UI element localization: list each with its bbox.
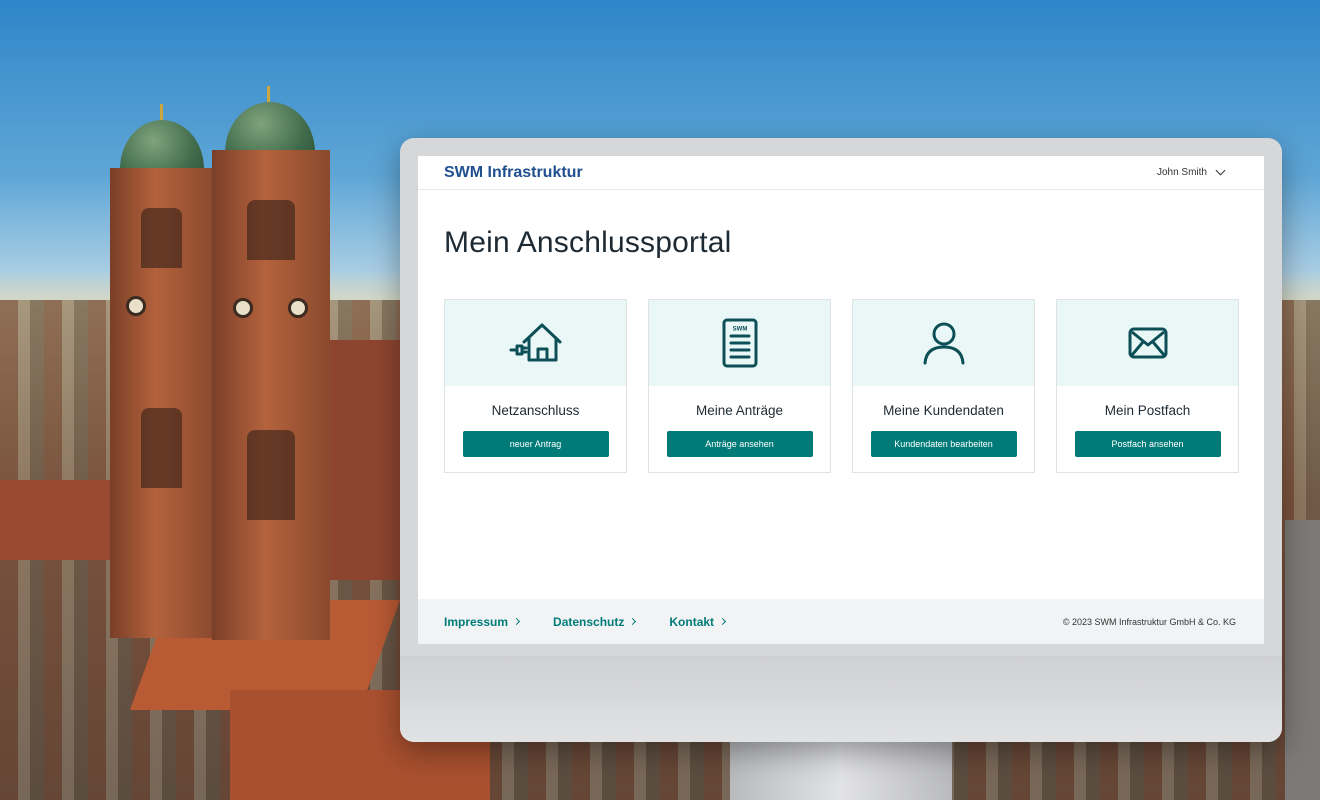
roof xyxy=(0,480,110,560)
footer-link-label: Kontakt xyxy=(669,614,715,629)
portal-screen: SWM Infrastruktur John Smith Mein Anschl… xyxy=(418,156,1264,644)
tower-right xyxy=(212,150,330,640)
card-icon-area xyxy=(853,300,1034,386)
edit-customer-data-button[interactable]: Kundendaten bearbeiten xyxy=(870,431,1017,457)
tower-left xyxy=(110,168,213,638)
chevron-right-icon xyxy=(629,617,637,626)
card-postfach: Mein Postfach Postfach ansehen xyxy=(1056,299,1239,473)
brand-logo[interactable]: SWM Infrastruktur xyxy=(444,164,583,182)
view-applications-button[interactable]: Anträge ansehen xyxy=(666,431,813,457)
clock xyxy=(288,298,308,318)
card-icon-area: SWM xyxy=(649,300,830,386)
document-icon-label: SWM xyxy=(732,327,747,333)
top-bar: SWM Infrastruktur John Smith xyxy=(418,156,1264,190)
card-netzanschluss: Netzanschluss neuer Antrag xyxy=(444,299,627,473)
tile-grid: Netzanschluss neuer Antrag SWM Meine Ant… xyxy=(444,299,1239,473)
clock xyxy=(126,296,146,316)
footer-link-label: Datenschutz xyxy=(553,614,625,629)
document-icon: SWM xyxy=(722,318,757,368)
user-name: John Smith xyxy=(1156,167,1207,178)
footer: Impressum Datenschutz Kontakt © 2023 SWM… xyxy=(418,599,1264,644)
view-mailbox-button[interactable]: Postfach ansehen xyxy=(1074,431,1221,457)
page-title: Mein Anschlussportal xyxy=(444,226,732,259)
footer-link-datenschutz[interactable]: Datenschutz xyxy=(553,614,637,629)
user-menu[interactable]: John Smith xyxy=(1156,165,1226,178)
card-icon-area xyxy=(445,300,626,386)
chevron-right-icon xyxy=(512,617,521,626)
envelope-icon xyxy=(1128,327,1167,359)
card-title: Meine Anträge xyxy=(695,403,784,418)
chevron-down-icon xyxy=(1215,165,1226,176)
card-antraege: SWM Meine Anträge Anträge ansehen xyxy=(648,299,831,473)
footer-link-kontakt[interactable]: Kontakt xyxy=(669,614,727,629)
copyright-text: © 2023 SWM Infrastruktur GmbH & Co. KG xyxy=(1062,616,1236,627)
building xyxy=(1285,520,1320,800)
roof xyxy=(320,340,400,580)
clock xyxy=(233,298,253,318)
monitor-chin xyxy=(400,656,1282,742)
card-icon-area xyxy=(1057,300,1238,386)
chevron-right-icon xyxy=(719,617,727,626)
card-title: Netzanschluss xyxy=(491,403,580,418)
footer-link-label: Impressum xyxy=(444,614,509,629)
card-title: Mein Postfach xyxy=(1104,403,1191,418)
new-application-button[interactable]: neuer Antrag xyxy=(462,431,609,457)
footer-link-impressum[interactable]: Impressum xyxy=(444,614,521,629)
user-icon xyxy=(923,322,964,365)
house-plug-icon xyxy=(509,323,561,362)
card-kundendaten: Meine Kundendaten Kundendaten bearbeiten xyxy=(852,299,1035,473)
card-title: Meine Kundendaten xyxy=(883,403,1004,418)
monitor-stand xyxy=(730,742,952,800)
